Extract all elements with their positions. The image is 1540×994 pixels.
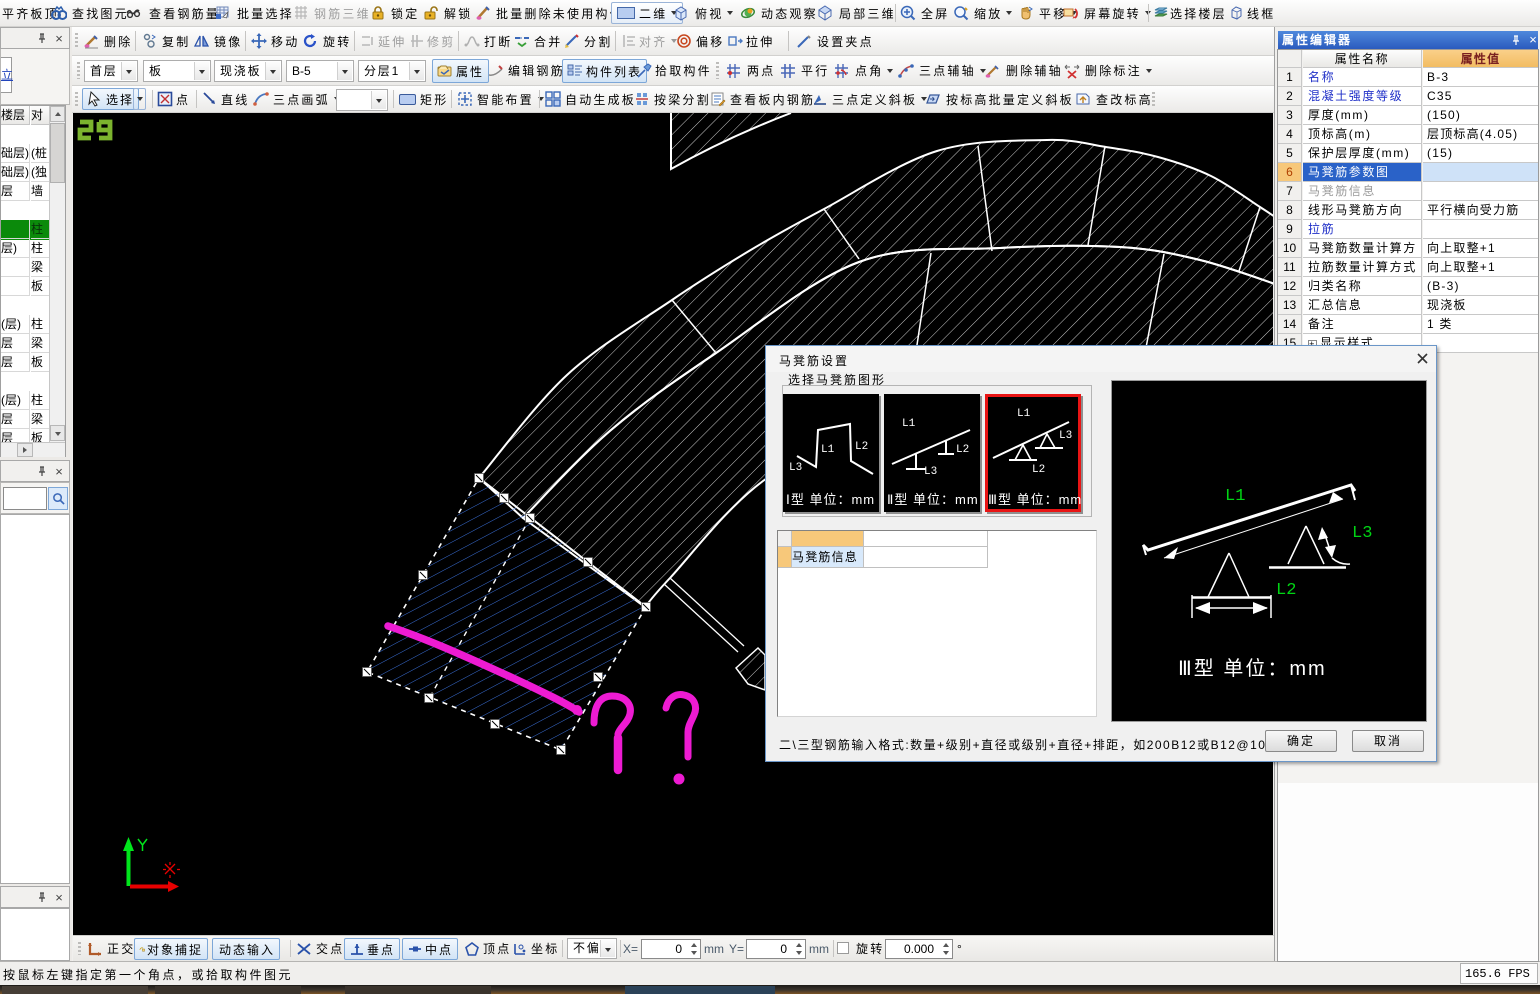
svg-text:L1: L1 — [821, 444, 835, 456]
svg-text:L2: L2 — [855, 441, 868, 453]
svg-text:L2: L2 — [1032, 464, 1045, 476]
svg-text:L1: L1 — [1225, 487, 1245, 506]
svg-text:L1: L1 — [902, 418, 916, 430]
svg-text:L1: L1 — [1017, 408, 1031, 420]
svg-text:L2: L2 — [956, 444, 969, 456]
svg-text:L3: L3 — [1352, 524, 1372, 543]
svg-text:Ⅲ型 单位：mm: Ⅲ型 单位：mm — [1178, 657, 1327, 680]
svg-text:L3: L3 — [924, 466, 937, 478]
svg-text:L2: L2 — [1276, 581, 1296, 600]
svg-text:L3: L3 — [1059, 430, 1072, 442]
svg-text:L3: L3 — [789, 462, 802, 474]
